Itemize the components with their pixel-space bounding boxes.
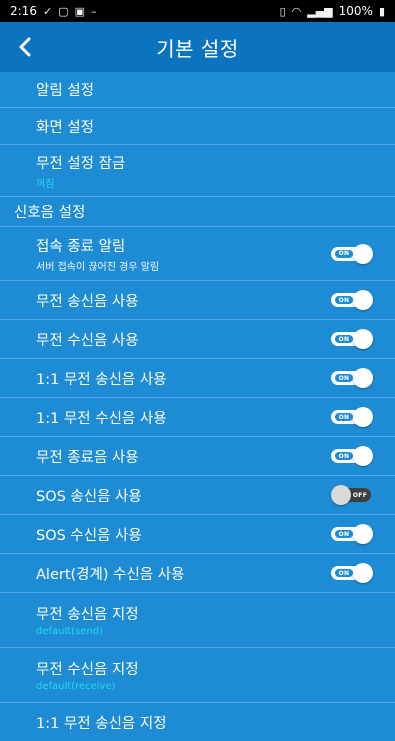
vibrate-icon: ▯ (279, 4, 286, 18)
toggle-switch[interactable]: ON (331, 328, 373, 350)
toggle-state: ON (335, 530, 353, 538)
item-label: 접속 종료 알림 (36, 238, 126, 255)
item-label: 무전 종료음 사용 (36, 449, 139, 466)
item-label: 무전 수신음 사용 (36, 332, 139, 349)
toggle-switch[interactable]: ON (331, 523, 373, 545)
toggle-switch[interactable]: ON (331, 289, 373, 311)
toggle-switch[interactable]: ON (331, 243, 373, 265)
toggle-row-alert-receive-tone[interactable]: Alert(경계) 수신음 사용 ON (0, 554, 395, 593)
signal-icon: ▂▄▆ (307, 4, 333, 18)
back-button[interactable] (18, 22, 32, 72)
toggle-switch[interactable]: ON (331, 406, 373, 428)
toggle-state: OFF (351, 491, 369, 499)
item-label: Alert(경계) 수신음 사용 (36, 566, 185, 583)
item-value: 꺼짐 (36, 178, 55, 190)
menu-item-radio-lock[interactable]: 무전 설정 잠금 꺼짐 (0, 145, 395, 197)
toggle-state: ON (335, 374, 353, 382)
toggle-switch[interactable]: ON (331, 367, 373, 389)
toggle-switch[interactable]: OFF (331, 484, 373, 506)
item-label: 무전 송신음 지정 (36, 607, 139, 623)
item-label: 1:1 무전 송신음 사용 (36, 371, 167, 388)
item-label: 1:1 무전 수신음 사용 (36, 410, 167, 427)
toggle-state: ON (335, 452, 353, 460)
toggle-row-radio-end-tone[interactable]: 무전 종료음 사용 ON (0, 437, 395, 476)
toggle-state: ON (335, 335, 353, 343)
item-value: default(send) (36, 626, 104, 637)
status-bar: 2:16 ✓ ▢ ▣ – ▯ ◠ ▂▄▆ 100% ▮ (0, 0, 395, 22)
toggle-row-radio-receive-tone[interactable]: 무전 수신음 사용 ON (0, 320, 395, 359)
item-label: 화면 설정 (36, 119, 94, 136)
toggle-row-sos-receive-tone[interactable]: SOS 수신음 사용 ON (0, 515, 395, 554)
settings-list: 알림 설정 화면 설정 무전 설정 잠금 꺼짐 신호음 설정 접속 종료 알림 … (0, 72, 395, 741)
section-header-signal: 신호음 설정 (0, 197, 395, 227)
toggle-row-disconnect-alert[interactable]: 접속 종료 알림 서버 접속이 끊어진 경우 알림 ON (0, 227, 395, 281)
item-label: 1:1 무전 송신음 지정 (36, 715, 167, 732)
menu-item-radio-send-tone-select[interactable]: 무전 송신음 지정 default(send) (0, 593, 395, 648)
toggle-row-1to1-send-tone[interactable]: 1:1 무전 송신음 사용 ON (0, 359, 395, 398)
item-label: SOS 송신음 사용 (36, 488, 142, 505)
item-label: 무전 설정 잠금 (36, 155, 126, 172)
app-bar: 기본 설정 (0, 22, 395, 72)
battery-percent: 100% (338, 4, 373, 18)
item-label: 무전 송신음 사용 (36, 293, 139, 310)
toggle-row-1to1-receive-tone[interactable]: 1:1 무전 수신음 사용 ON (0, 398, 395, 437)
dash-icon: – (90, 4, 97, 18)
menu-item-1to1-send-tone-select[interactable]: 1:1 무전 송신음 지정 (0, 703, 395, 741)
toggle-state: ON (335, 296, 353, 304)
item-value: default(receive) (36, 681, 116, 692)
toggle-switch[interactable]: ON (331, 562, 373, 584)
toggle-state: ON (335, 249, 353, 258)
item-description: 서버 접속이 끊어진 경우 알림 (36, 261, 160, 273)
toggle-row-sos-send-tone[interactable]: SOS 송신음 사용 OFF (0, 476, 395, 515)
battery-icon: ▮ (378, 4, 385, 18)
toggle-row-radio-send-tone[interactable]: 무전 송신음 사용 ON (0, 281, 395, 320)
sim-icon: ▢ (58, 4, 69, 18)
image-icon: ▣ (74, 4, 85, 18)
menu-item-radio-receive-tone-select[interactable]: 무전 수신음 지정 default(receive) (0, 648, 395, 703)
page-title: 기본 설정 (156, 36, 239, 61)
item-label: 알림 설정 (36, 83, 94, 99)
menu-item-alarm-settings[interactable]: 알림 설정 (0, 72, 395, 108)
item-label: SOS 수신음 사용 (36, 527, 142, 544)
toggle-state: ON (335, 569, 353, 577)
download-done-icon: ✓ (42, 4, 53, 18)
menu-item-screen-settings[interactable]: 화면 설정 (0, 108, 395, 145)
status-time: 2:16 (10, 4, 37, 18)
toggle-state: ON (335, 413, 353, 421)
chevron-left-icon (19, 37, 31, 57)
item-label: 무전 수신음 지정 (36, 662, 139, 678)
toggle-switch[interactable]: ON (331, 445, 373, 467)
wifi-icon: ◠ (291, 4, 302, 18)
